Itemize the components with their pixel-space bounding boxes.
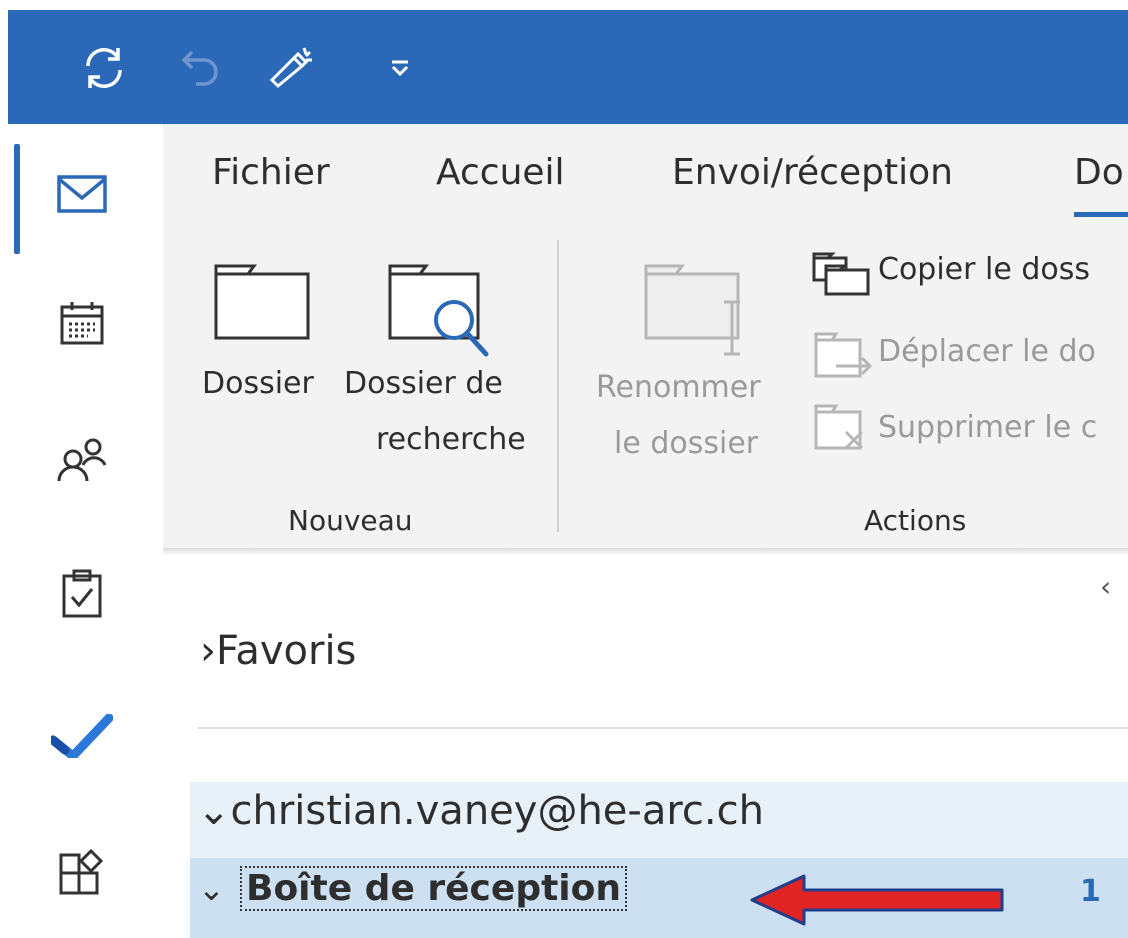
move-folder-label: Déplacer le do [878,334,1096,369]
tasks-icon[interactable] [0,544,163,644]
account-label: christian.vaney@he-arc.ch [230,788,764,834]
folder-icon [214,264,310,340]
rename-folder-icon [644,264,740,356]
navigation-rail [0,124,163,938]
ribbon-shadow [163,548,1128,556]
delete-folder-label: Supprimer le c [878,410,1098,445]
favorites-label: Favoris [216,628,357,674]
tab-dossier[interactable]: Do [1074,152,1124,193]
tab-accueil[interactable]: Accueil [436,152,565,193]
mail-icon[interactable] [0,144,163,244]
unread-count-badge: 1 [1080,874,1101,909]
account-node[interactable]: ⌄christian.vaney@he-arc.ch [197,788,764,834]
search-folder-icon [388,264,489,357]
copy-folder-label: Copier le doss [878,252,1090,287]
rename-folder-label-line1: Renommer [596,370,761,405]
apps-icon[interactable] [0,824,163,924]
collapse-pane-icon[interactable]: ‹ [1100,570,1111,603]
rename-folder-label-line2: le dossier [614,426,759,461]
search-folder-label-line2: recherche [376,422,526,457]
undo-icon[interactable] [172,40,228,96]
people-icon[interactable] [0,409,163,509]
ribbon-group-separator [557,240,559,532]
inbox-chevron-down-icon[interactable]: ⌄ [198,870,225,908]
quick-access-toolbar [8,10,1128,124]
favorites-node[interactable]: ›Favoris [200,628,356,674]
brush-icon[interactable] [264,40,320,96]
customize-dropdown-icon[interactable] [372,40,428,96]
calendar-icon[interactable] [0,274,163,374]
group-label-actions: Actions [864,504,967,537]
delete-folder-icon [814,404,864,450]
chevron-down-icon: ⌄ [197,788,231,834]
copy-folder-icon [812,252,870,296]
search-folder-label-line1: Dossier de [344,366,503,401]
active-tab-underline [1074,212,1128,217]
folder-divider [197,727,1128,729]
inbox-folder[interactable]: Boîte de réception [240,866,627,911]
group-label-nouveau: Nouveau [288,504,413,537]
sync-icon[interactable] [76,40,132,96]
chevron-right-icon: › [200,628,216,674]
tab-envoi-reception[interactable]: Envoi/réception [672,152,953,193]
tab-fichier[interactable]: Fichier [212,152,330,193]
new-folder-label: Dossier [202,366,314,401]
move-folder-icon [814,332,873,378]
todo-check-icon[interactable] [0,686,163,786]
red-arrow-annotation [750,874,1004,926]
